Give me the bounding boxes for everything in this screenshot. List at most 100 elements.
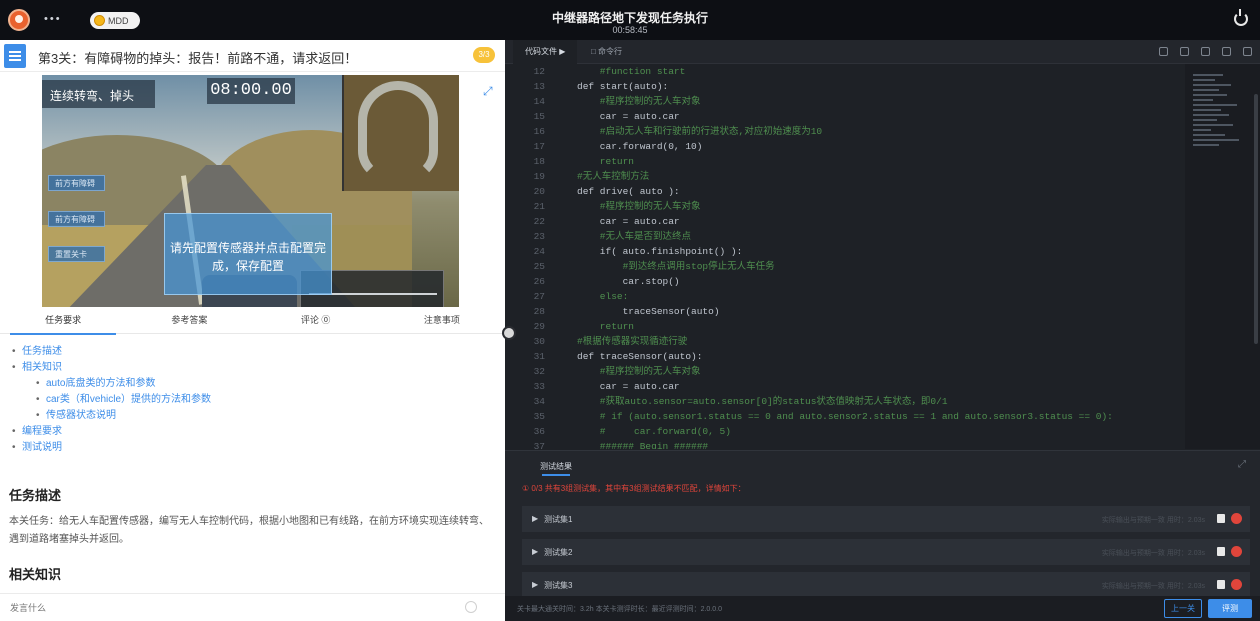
code-line[interactable]: 20 def drive( auto ): bbox=[505, 184, 1185, 199]
obstacle-button[interactable]: 前方有障碍 bbox=[48, 175, 105, 191]
mini-map[interactable] bbox=[342, 75, 459, 191]
code-text[interactable]: #无人车控制方法 bbox=[577, 169, 649, 184]
toc-item[interactable]: 测试说明 bbox=[12, 440, 211, 456]
previous-level-button[interactable]: 上一关 bbox=[1164, 599, 1202, 618]
code-line[interactable]: 27 else: bbox=[505, 289, 1185, 304]
fullscreen-icon[interactable]: ⤢ bbox=[483, 85, 495, 97]
code-line[interactable]: 23 #无人车是否到达终点 bbox=[505, 229, 1185, 244]
code-text[interactable]: #根据传感器实现循迹行驶 bbox=[577, 334, 687, 349]
code-line[interactable]: 16 #启动无人车和行驶前的行进状态,对应初始速度为10 bbox=[505, 124, 1185, 139]
code-text[interactable]: car = auto.car bbox=[577, 214, 680, 229]
code-area[interactable]: 12 #function start 13 def start(auto): 14 #… bbox=[505, 64, 1185, 449]
code-line[interactable]: 25 #到达终点调用stop停止无人车任务 bbox=[505, 259, 1185, 274]
code-text[interactable]: #function start bbox=[577, 64, 686, 79]
panel-collapse-handle[interactable] bbox=[502, 326, 516, 340]
test-case-row[interactable]: ▶ 测试集2 实际输出与预期一致 用时：2.03s bbox=[522, 539, 1250, 565]
line-number: 31 bbox=[533, 351, 545, 362]
code-text[interactable]: #启动无人车和行驶前的行进状态,对应初始速度为10 bbox=[577, 124, 822, 139]
section-title-knowledge: 相关知识 bbox=[9, 567, 62, 582]
toc-subitem[interactable]: car类（和vehicle）提供的方法和参数 bbox=[36, 392, 211, 408]
code-line[interactable]: 19 #无人车控制方法 bbox=[505, 169, 1185, 184]
code-line[interactable]: 13 def start(auto): bbox=[505, 79, 1185, 94]
code-text[interactable]: if( auto.finishpoint() ): bbox=[577, 244, 743, 259]
code-line[interactable]: 28 traceSensor(auto) bbox=[505, 304, 1185, 319]
code-text[interactable]: # car.forward(0, 5) bbox=[577, 424, 731, 439]
tab-terminal[interactable]: □ 命令行 bbox=[579, 40, 634, 64]
simulation-view[interactable]: 连续转弯、掉头 08:00.00 前方有障碍 前方有障碍 重置关卡 请先配置传感… bbox=[42, 75, 459, 307]
code-line[interactable]: 22 car = auto.car bbox=[505, 214, 1185, 229]
code-text[interactable]: else: bbox=[577, 289, 629, 304]
reset-level-button[interactable]: 重置关卡 bbox=[48, 246, 105, 262]
toc-subitem[interactable]: 传感器状态说明 bbox=[36, 408, 211, 424]
comment-input[interactable] bbox=[10, 599, 480, 617]
section-title-task: 任务描述 bbox=[9, 488, 62, 503]
code-text[interactable]: return bbox=[577, 319, 634, 334]
menu-icon[interactable] bbox=[4, 44, 26, 68]
tab-requirements[interactable]: 任务要求 bbox=[0, 308, 126, 335]
test-case-row[interactable]: ▶ 测试集1 实际输出与预期一致 用时：2.03s bbox=[522, 506, 1250, 532]
code-text[interactable]: #获取auto.sensor=auto.sensor[0]的status状态值映… bbox=[577, 394, 948, 409]
code-text[interactable]: car.stop() bbox=[577, 274, 680, 289]
settings-icon[interactable] bbox=[1222, 47, 1231, 56]
code-text[interactable]: #到达终点调用stop停止无人车任务 bbox=[577, 259, 775, 274]
toc-subitem[interactable]: auto底盘类的方法和参数 bbox=[36, 376, 211, 392]
line-number: 27 bbox=[533, 291, 545, 302]
toc-item[interactable]: 相关知识 auto底盘类的方法和参数 car类（和vehicle）提供的方法和参… bbox=[12, 360, 211, 424]
code-line[interactable]: 30 #根据传感器实现循迹行驶 bbox=[505, 334, 1185, 349]
code-text[interactable]: car = auto.car bbox=[577, 109, 680, 124]
code-line[interactable]: 32 #程序控制的无人车对象 bbox=[505, 364, 1185, 379]
obstacle-button[interactable]: 前方有障碍 bbox=[48, 211, 105, 227]
search-icon[interactable] bbox=[1180, 47, 1189, 56]
code-text[interactable]: #程序控制的无人车对象 bbox=[577, 364, 701, 379]
test-case-name: 测试集2 bbox=[544, 548, 573, 557]
code-line[interactable]: 26 car.stop() bbox=[505, 274, 1185, 289]
code-text[interactable]: # if (auto.sensor1.status == 0 and auto.… bbox=[577, 409, 1113, 424]
code-text[interactable]: traceSensor(auto) bbox=[577, 304, 720, 319]
config-prompt[interactable]: 请先配置传感器并点击配置完成，保存配置 bbox=[164, 213, 332, 295]
code-line[interactable]: 29 return bbox=[505, 319, 1185, 334]
code-text[interactable]: def traceSensor(auto): bbox=[577, 349, 702, 364]
code-text[interactable]: car.forward(0, 10) bbox=[577, 139, 703, 154]
code-text[interactable]: ###### Begin ###### bbox=[577, 439, 708, 449]
toc-item-label[interactable]: 相关知识 bbox=[22, 362, 62, 373]
folder-icon[interactable] bbox=[1159, 47, 1168, 56]
code-text[interactable]: #程序控制的无人车对象 bbox=[577, 94, 701, 109]
test-case-meta: 实际输出与预期一致 用时：2.03s bbox=[1101, 583, 1205, 590]
code-line[interactable]: 14 #程序控制的无人车对象 bbox=[505, 94, 1185, 109]
evaluate-button[interactable]: 评测 bbox=[1208, 599, 1252, 618]
expand-icon[interactable]: ⤢ bbox=[1238, 459, 1246, 470]
code-text[interactable]: #程序控制的无人车对象 bbox=[577, 199, 701, 214]
code-text[interactable]: #无人车是否到达终点 bbox=[577, 229, 691, 244]
tab-code-file[interactable]: 代码文件 ▶ bbox=[513, 40, 578, 64]
code-text[interactable]: return bbox=[577, 154, 634, 169]
emoji-icon[interactable] bbox=[465, 601, 477, 613]
toc-item[interactable]: 编程要求 bbox=[12, 424, 211, 440]
code-line[interactable]: 31 def traceSensor(auto): bbox=[505, 349, 1185, 364]
code-text[interactable]: def drive( auto ): bbox=[577, 184, 680, 199]
code-line[interactable]: 37 ###### Begin ###### bbox=[505, 439, 1185, 449]
code-line[interactable]: 18 return bbox=[505, 154, 1185, 169]
code-line[interactable]: 21 #程序控制的无人车对象 bbox=[505, 199, 1185, 214]
code-line[interactable]: 17 car.forward(0, 10) bbox=[505, 139, 1185, 154]
tab-reference-answer[interactable]: 参考答案 bbox=[126, 308, 252, 333]
test-case-row[interactable]: ▶ 测试集3 实际输出与预期一致 用时：2.03s bbox=[522, 572, 1250, 598]
code-text[interactable]: def start(auto): bbox=[577, 79, 668, 94]
editor-scrollbar[interactable] bbox=[1254, 94, 1258, 344]
code-line[interactable]: 24 if( auto.finishpoint() ): bbox=[505, 244, 1185, 259]
fullscreen-icon[interactable] bbox=[1243, 47, 1252, 56]
tab-test-results[interactable]: 测试结果 bbox=[540, 461, 572, 476]
tab-notes[interactable]: 注意事项 bbox=[379, 308, 505, 333]
code-line[interactable]: 12 #function start bbox=[505, 64, 1185, 79]
code-line[interactable]: 36 # car.forward(0, 5) bbox=[505, 424, 1185, 439]
code-text[interactable]: car = auto.car bbox=[577, 379, 680, 394]
code-line[interactable]: 35 # if (auto.sensor1.status == 0 and au… bbox=[505, 409, 1185, 424]
code-minimap[interactable] bbox=[1185, 64, 1260, 449]
refresh-icon[interactable] bbox=[1201, 47, 1210, 56]
power-icon[interactable] bbox=[1234, 9, 1248, 26]
code-editor-panel: 代码文件 ▶ □ 命令行 12 #function start 13 def sta… bbox=[505, 40, 1260, 621]
code-line[interactable]: 34 #获取auto.sensor=auto.sensor[0]的status状… bbox=[505, 394, 1185, 409]
toc-item[interactable]: 任务描述 bbox=[12, 344, 211, 360]
tab-comments[interactable]: 评论 ⓪ bbox=[253, 308, 379, 333]
code-line[interactable]: 15 car = auto.car bbox=[505, 109, 1185, 124]
code-line[interactable]: 33 car = auto.car bbox=[505, 379, 1185, 394]
